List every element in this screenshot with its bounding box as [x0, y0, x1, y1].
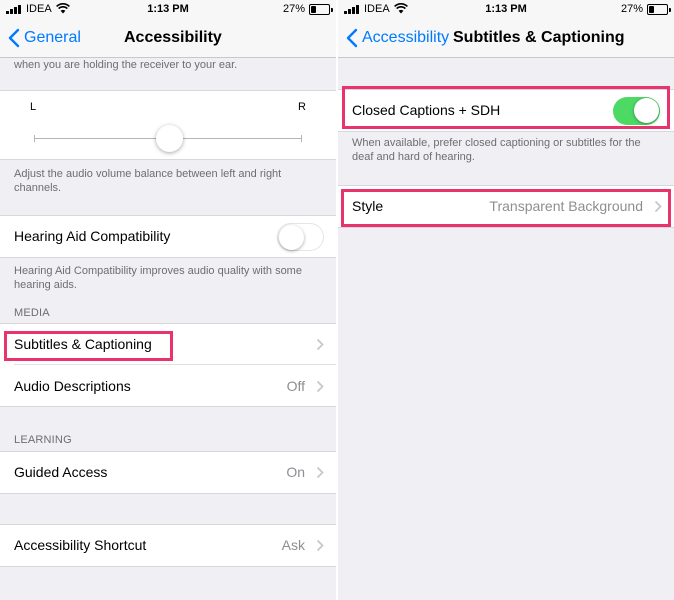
- hearing-aid-toggle[interactable]: [277, 223, 324, 251]
- accessibility-screen: IDEA 1:13 PM 27% General Accessibility w…: [0, 0, 336, 600]
- status-bar: IDEA 1:13 PM 27%: [338, 0, 674, 20]
- hearing-aid-group: Hearing Aid Compatibility: [0, 215, 336, 258]
- hearing-aid-footer: Hearing Aid Compatibility improves audio…: [14, 265, 302, 291]
- navigation-bar: General Accessibility: [0, 20, 336, 58]
- balance-footer: Adjust the audio volume balance between …: [14, 168, 282, 194]
- closed-captions-footer: When available, prefer closed captioning…: [352, 137, 641, 163]
- accessibility-shortcut-row[interactable]: Accessibility Shortcut Ask: [0, 525, 336, 566]
- page-title: Subtitles & Captioning: [453, 29, 625, 46]
- back-button[interactable]: Accessibility: [346, 28, 449, 48]
- balance-tick-left: [34, 135, 35, 142]
- row-label: Guided Access: [14, 464, 108, 480]
- back-label: General: [24, 29, 81, 46]
- battery-percent: 27%: [620, 3, 643, 15]
- chevron-right-icon: [316, 466, 324, 479]
- style-highlight-box: [341, 189, 671, 227]
- hearing-aid-row: Hearing Aid Compatibility: [0, 216, 336, 257]
- battery-icon: [309, 4, 333, 15]
- partial-footer-text: when you are holding the receiver to you…: [14, 59, 238, 71]
- balance-right-label: R: [298, 101, 306, 113]
- balance-tick-right: [301, 135, 302, 142]
- closed-captions-highlight-box: [342, 86, 670, 129]
- media-section-header: MEDIA: [14, 307, 50, 319]
- balance-slider-thumb[interactable]: [156, 125, 183, 152]
- page-title: Accessibility: [124, 29, 222, 46]
- back-button[interactable]: General: [8, 28, 81, 48]
- row-value: Off: [286, 378, 305, 394]
- guided-access-row[interactable]: Guided Access On: [0, 452, 336, 493]
- row-label: Audio Descriptions: [14, 378, 131, 394]
- row-value: On: [286, 464, 305, 480]
- battery-percent: 27%: [282, 3, 305, 15]
- subtitles-captioning-screen: IDEA 1:13 PM 27% Accessibility Subtitles…: [338, 0, 674, 600]
- hearing-aid-label: Hearing Aid Compatibility: [14, 228, 171, 244]
- subtitles-highlight-box: [4, 331, 173, 361]
- chevron-left-icon: [8, 28, 20, 48]
- balance-left-label: L: [30, 101, 37, 113]
- chevron-right-icon: [316, 338, 324, 351]
- balance-group: L R: [0, 90, 336, 160]
- shortcut-group: Accessibility Shortcut Ask: [0, 524, 336, 567]
- chevron-right-icon: [316, 380, 324, 393]
- learning-section-header: LEARNING: [14, 434, 72, 446]
- chevron-left-icon: [346, 28, 358, 48]
- learning-group: Guided Access On: [0, 451, 336, 494]
- row-value: Ask: [281, 537, 305, 553]
- battery-icon: [647, 4, 671, 15]
- chevron-right-icon: [316, 539, 324, 552]
- navigation-bar: Accessibility Subtitles & Captioning: [338, 20, 674, 58]
- audio-descriptions-row[interactable]: Audio Descriptions Off: [0, 366, 336, 407]
- status-bar: IDEA 1:13 PM 27%: [0, 0, 336, 20]
- row-label: Accessibility Shortcut: [14, 537, 147, 553]
- back-label: Accessibility: [362, 29, 450, 46]
